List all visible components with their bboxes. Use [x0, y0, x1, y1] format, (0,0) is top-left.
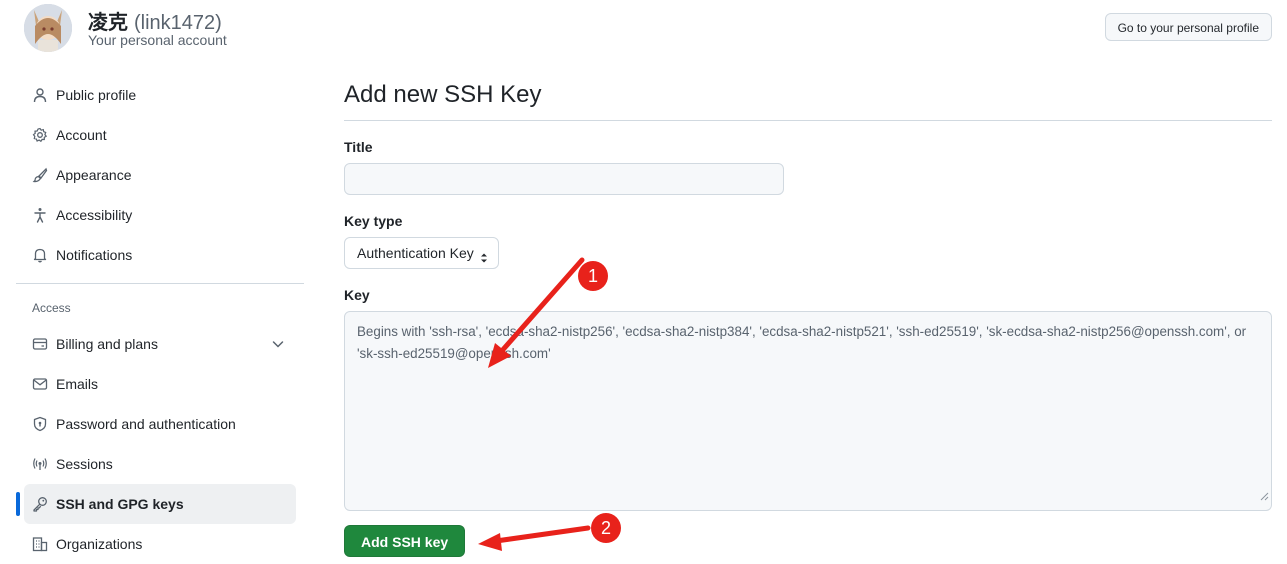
sidebar-item-appearance[interactable]: Appearance	[24, 155, 296, 195]
sidebar-item-public-profile[interactable]: Public profile	[24, 75, 296, 115]
sidebar-item-accessibility[interactable]: Accessibility	[24, 195, 296, 235]
chevron-down-icon[interactable]	[270, 336, 286, 355]
account-display-name: 凌克	[88, 12, 128, 34]
account-handle: (link1472)	[134, 12, 222, 34]
sidebar-item-account[interactable]: Account	[24, 115, 296, 155]
sidebar-item-billing[interactable]: Billing and plans	[24, 324, 296, 364]
key-icon	[32, 496, 48, 512]
person-icon	[32, 87, 48, 103]
accessibility-icon	[32, 207, 48, 223]
resize-grip-icon[interactable]	[1259, 486, 1269, 508]
sidebar-item-label: SSH and GPG keys	[56, 496, 184, 512]
key-placeholder: Begins with 'ssh-rsa', 'ecdsa-sha2-nistp…	[357, 324, 1247, 361]
ssh-key-form: Add new SSH Key Title Key type Authentic…	[344, 76, 1272, 557]
title-field-label: Title	[344, 139, 373, 155]
title-input[interactable]	[344, 163, 784, 195]
sidebar-item-label: Appearance	[56, 167, 132, 183]
key-textarea[interactable]: Begins with 'ssh-rsa', 'ecdsa-sha2-nistp…	[344, 311, 1272, 511]
key-type-select[interactable]: Authentication Key	[344, 237, 499, 269]
select-arrows-icon	[478, 246, 490, 276]
organization-icon	[32, 536, 48, 552]
sidebar-item-label: Accessibility	[56, 207, 133, 223]
page-title: Add new SSH Key	[344, 76, 1272, 121]
sidebar-item-label: Emails	[56, 376, 99, 392]
sidebar-item-label: Account	[56, 127, 107, 143]
add-ssh-key-button[interactable]: Add SSH key	[344, 525, 466, 557]
credit-card-icon	[32, 336, 48, 352]
sidebar-item-label: Notifications	[56, 247, 133, 263]
annotation-badge-1: 1	[578, 261, 608, 291]
annotation-badge-2: 2	[591, 513, 621, 543]
avatar-image	[24, 4, 72, 52]
sidebar-item-organizations[interactable]: Organizations	[24, 524, 296, 564]
broadcast-icon	[32, 456, 48, 472]
gear-icon	[32, 127, 48, 143]
sidebar-item-label: Public profile	[56, 87, 137, 103]
avatar[interactable]	[24, 4, 72, 52]
key-type-selected-value: Authentication Key	[357, 245, 474, 261]
sidebar-item-label: Organizations	[56, 536, 143, 552]
go-to-profile-button[interactable]: Go to your personal profile	[1104, 13, 1272, 41]
sidebar-group-access: Access	[32, 301, 71, 315]
key-type-label: Key type	[344, 213, 403, 229]
sidebar-item-notifications[interactable]: Notifications	[24, 235, 296, 275]
sidebar-item-label: Password and authentication	[56, 416, 236, 432]
sidebar-item-sessions[interactable]: Sessions	[24, 444, 296, 484]
sidebar-item-emails[interactable]: Emails	[24, 364, 296, 404]
sidebar-item-password[interactable]: Password and authentication	[24, 404, 296, 444]
account-subtitle: Your personal account	[88, 32, 227, 48]
paintbrush-icon	[32, 167, 48, 183]
sidebar-item-label: Billing and plans	[56, 336, 158, 352]
settings-sidebar: Public profile Account Appearance Access…	[16, 75, 304, 564]
sidebar-divider	[16, 283, 304, 284]
annotation-arrow-2	[478, 525, 591, 551]
sidebar-item-label: Sessions	[56, 456, 113, 472]
bell-icon	[32, 247, 48, 263]
sidebar-item-ssh-gpg-keys[interactable]: SSH and GPG keys	[16, 484, 296, 524]
mail-icon	[32, 376, 48, 392]
account-title: 凌克 (link1472)	[88, 6, 222, 35]
shield-lock-icon	[32, 416, 48, 432]
key-field-label: Key	[344, 287, 370, 303]
